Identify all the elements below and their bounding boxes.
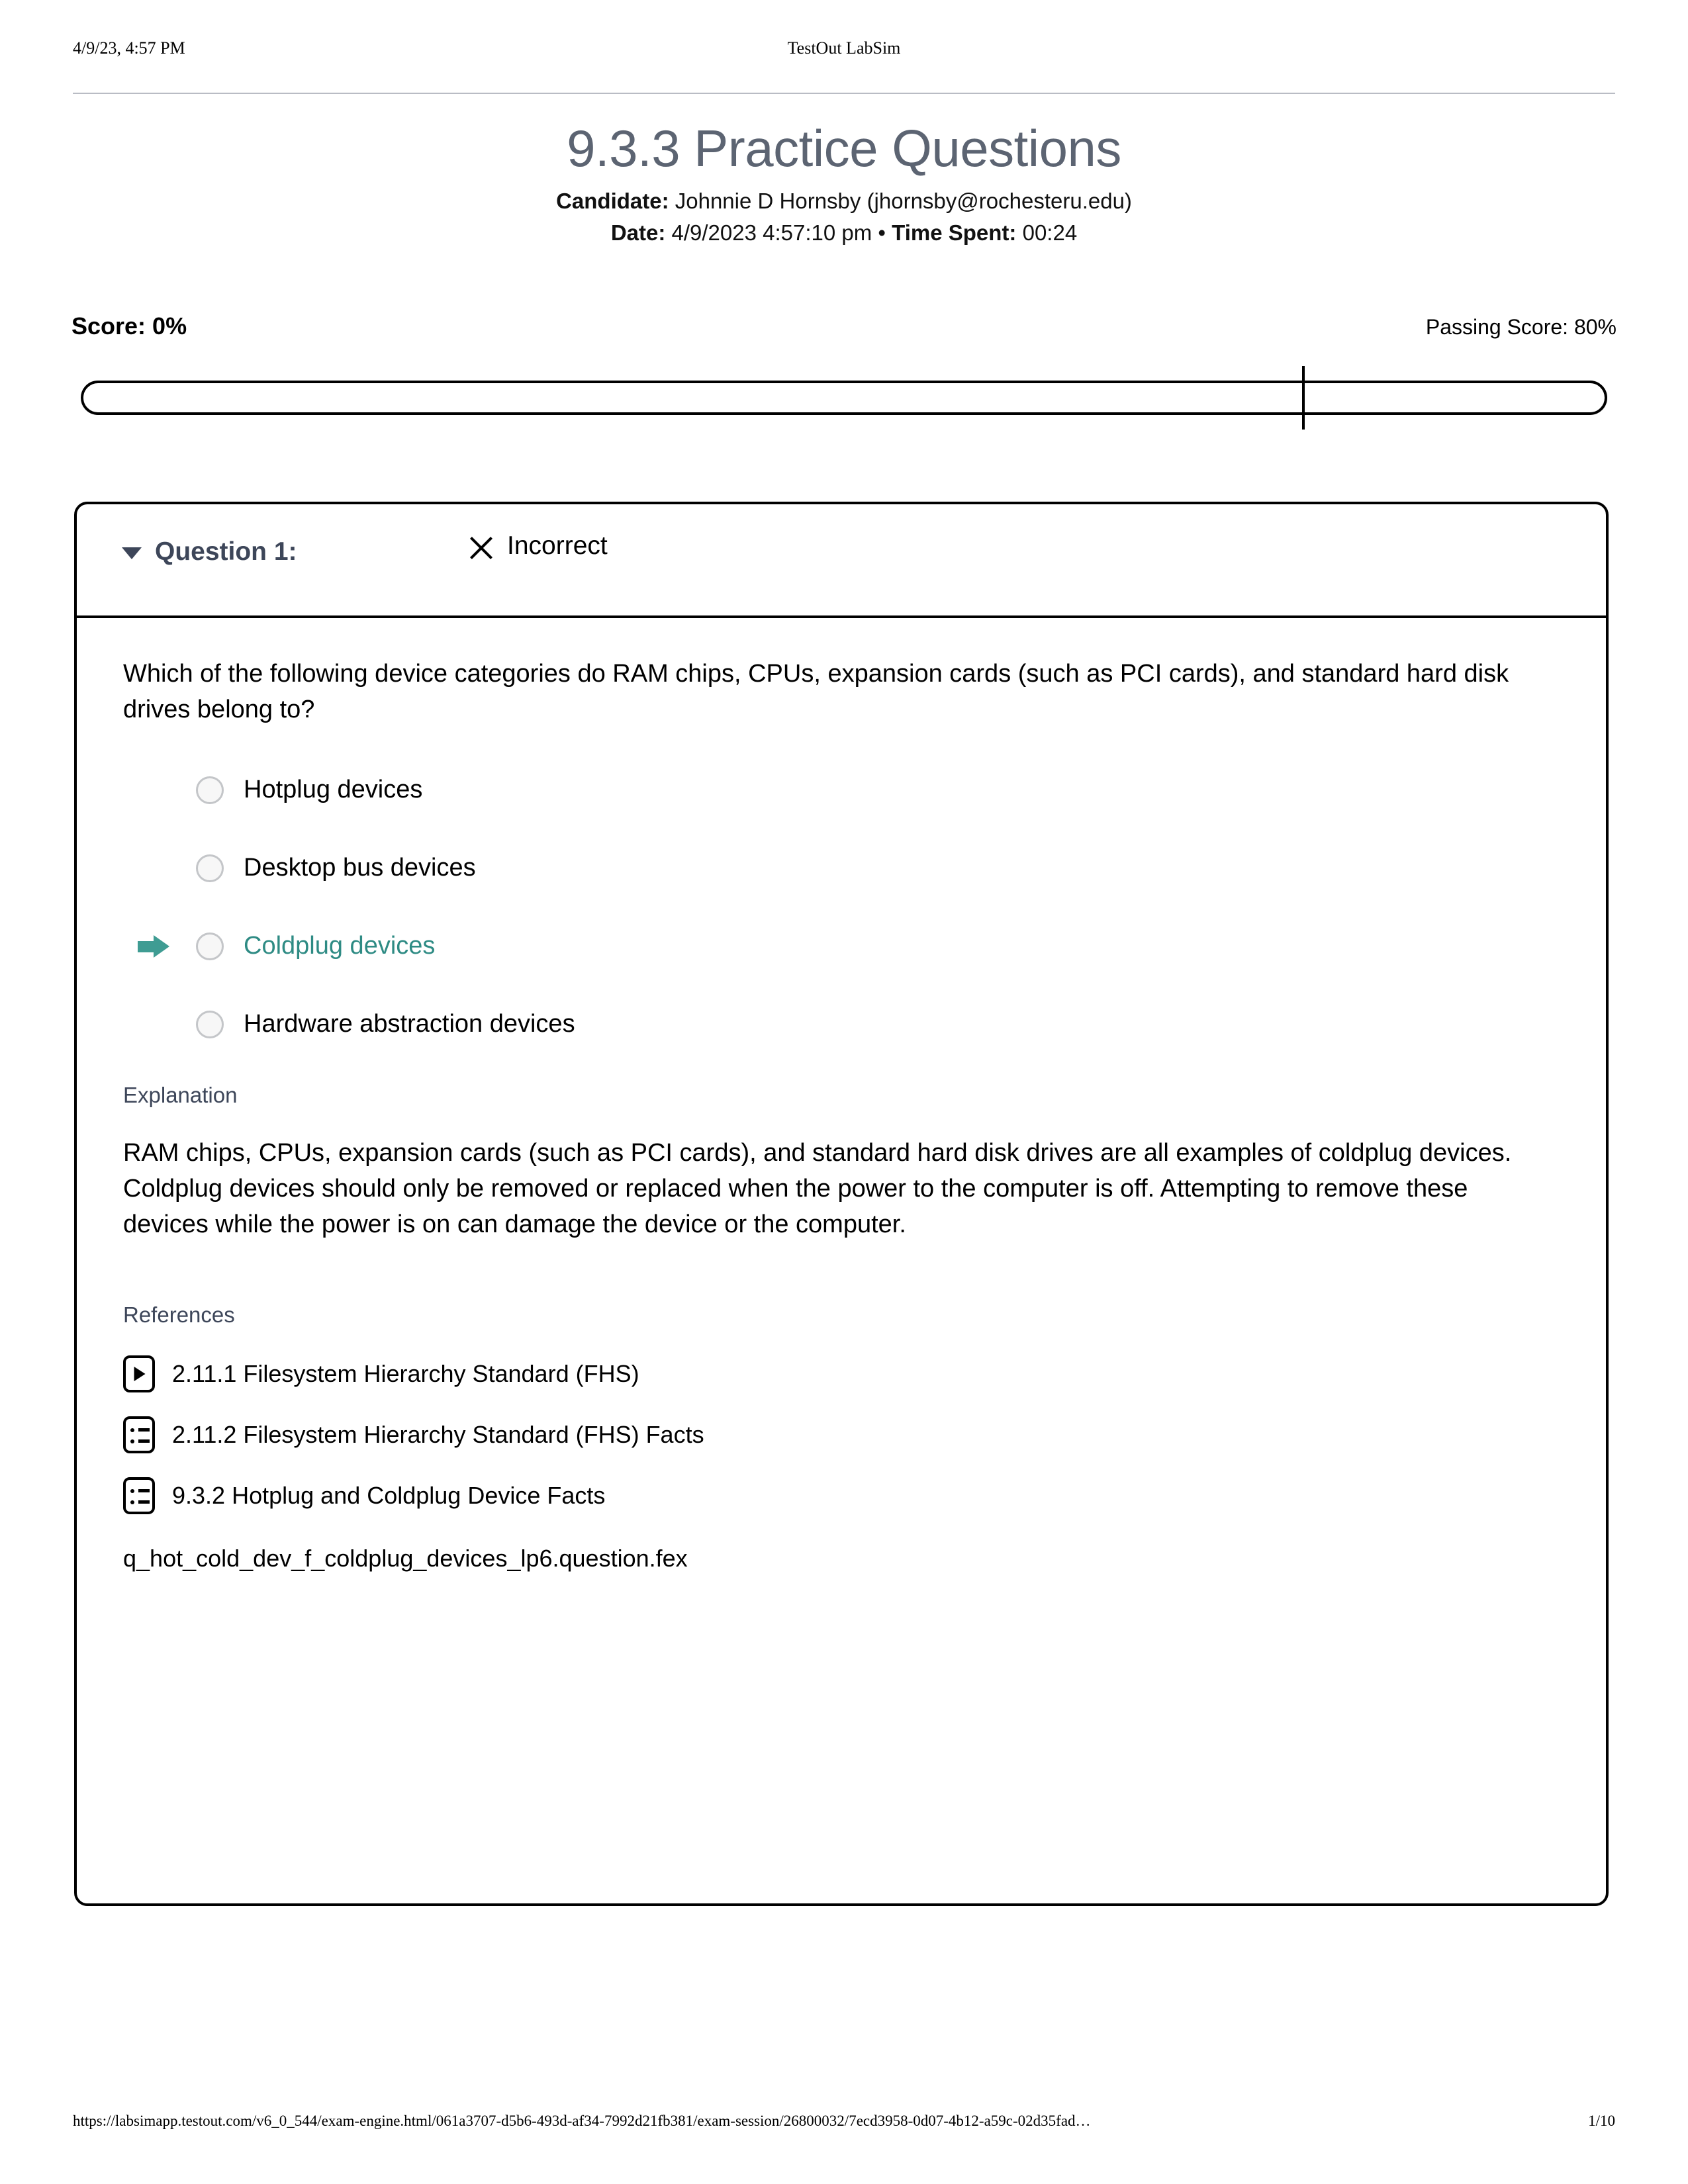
answer-option-label: Desktop bus devices [244, 854, 476, 882]
time-spent-value: 00:24 [1022, 220, 1078, 245]
reference-item[interactable]: 2.11.2 Filesystem Hierarchy Standard (FH… [123, 1416, 1560, 1453]
explanation-text: RAM chips, CPUs, expansion cards (such a… [123, 1138, 1512, 1238]
page-title: 9.3.3 Practice Questions [567, 119, 1121, 177]
answer-option-label: Coldplug devices [244, 932, 436, 960]
footer-page-number: 1/10 [1588, 2113, 1615, 2129]
references-section: References 2.11.1 Filesystem Hierarchy S… [123, 1302, 1560, 1572]
reference-label[interactable]: 2.11.2 Filesystem Hierarchy Standard (FH… [172, 1421, 704, 1449]
list-facts-icon [123, 1416, 155, 1453]
answer-option[interactable]: Desktop bus devices [123, 848, 1560, 888]
date-line: Date: 4/9/2023 4:57:10 pm • Time Spent: … [73, 217, 1615, 249]
print-footer: https://labsimapp.testout.com/v6_0_544/e… [73, 2113, 1615, 2136]
answer-option-correct[interactable]: Coldplug devices [123, 927, 1560, 966]
score-progress-bar [81, 366, 1607, 430]
status-text: Incorrect [507, 531, 608, 560]
question-body: Which of the following device categories… [77, 618, 1606, 1572]
question-label: Question 1: [155, 537, 297, 566]
progress-track [81, 381, 1607, 415]
time-spent-label: Time Spent: [892, 220, 1017, 245]
video-play-icon [123, 1355, 155, 1392]
candidate-label: Candidate: [556, 189, 669, 214]
radio-button[interactable] [196, 776, 224, 804]
explanation-heading: Explanation [123, 1082, 238, 1107]
answer-option-label: Hardware abstraction devices [244, 1010, 575, 1038]
question-file-name: q_hot_cold_dev_f_coldplug_devices_lp6.qu… [123, 1544, 688, 1572]
date-label: Date: [610, 220, 666, 245]
print-app-name: TestOut LabSim [787, 38, 901, 58]
question-header[interactable]: Question 1: Incorrect [77, 504, 1606, 618]
footer-url: https://labsimapp.testout.com/v6_0_544/e… [73, 2113, 1091, 2129]
answer-option[interactable]: Hardware abstraction devices [123, 1005, 1560, 1044]
list-facts-icon [123, 1477, 155, 1514]
score-row: Score: 0% Passing Score: 80% [71, 312, 1617, 345]
header-divider [73, 93, 1615, 94]
explanation-section: Explanation RAM chips, CPUs, expansion c… [123, 1083, 1560, 1243]
references-heading: References [123, 1302, 235, 1327]
print-header: 4/9/23, 4:57 PM TestOut LabSim [73, 38, 1615, 65]
answer-option[interactable]: Hotplug devices [123, 770, 1560, 810]
meta-separator: • [872, 220, 892, 245]
title-block: 9.3.3 Practice Questions Candidate: John… [73, 118, 1615, 249]
radio-button[interactable] [196, 854, 224, 882]
question-status: Incorrect [467, 531, 608, 561]
candidate-line: Candidate: Johnnie D Hornsby (jhornsby@r… [73, 185, 1615, 217]
reference-label[interactable]: 2.11.1 Filesystem Hierarchy Standard (FH… [172, 1360, 639, 1388]
question-card: Question 1: Incorrect Which of the follo… [74, 502, 1609, 1906]
reference-item[interactable]: 9.3.2 Hotplug and Coldplug Device Facts [123, 1477, 1560, 1514]
reference-label[interactable]: 9.3.2 Hotplug and Coldplug Device Facts [172, 1482, 605, 1510]
answer-option-label: Hotplug devices [244, 776, 423, 804]
passing-score-value: Passing Score: 80% [1425, 315, 1617, 339]
x-mark-icon [467, 533, 495, 561]
radio-button[interactable] [196, 932, 224, 960]
score-value: Score: 0% [71, 312, 187, 340]
question-prompt: Which of the following device categories… [123, 660, 1509, 723]
triangle-down-icon[interactable] [122, 547, 142, 559]
candidate-name: Johnnie D Hornsby (jhornsby@rochesteru.e… [675, 189, 1132, 214]
radio-button[interactable] [196, 1010, 224, 1038]
correct-answer-arrow-icon [138, 934, 169, 958]
date-value: 4/9/2023 4:57:10 pm [671, 220, 872, 245]
passing-score-tick [1301, 366, 1305, 430]
reference-item[interactable]: 2.11.1 Filesystem Hierarchy Standard (FH… [123, 1355, 1560, 1392]
answer-options: Hotplug devices Desktop bus devices Cold… [123, 770, 1560, 1044]
